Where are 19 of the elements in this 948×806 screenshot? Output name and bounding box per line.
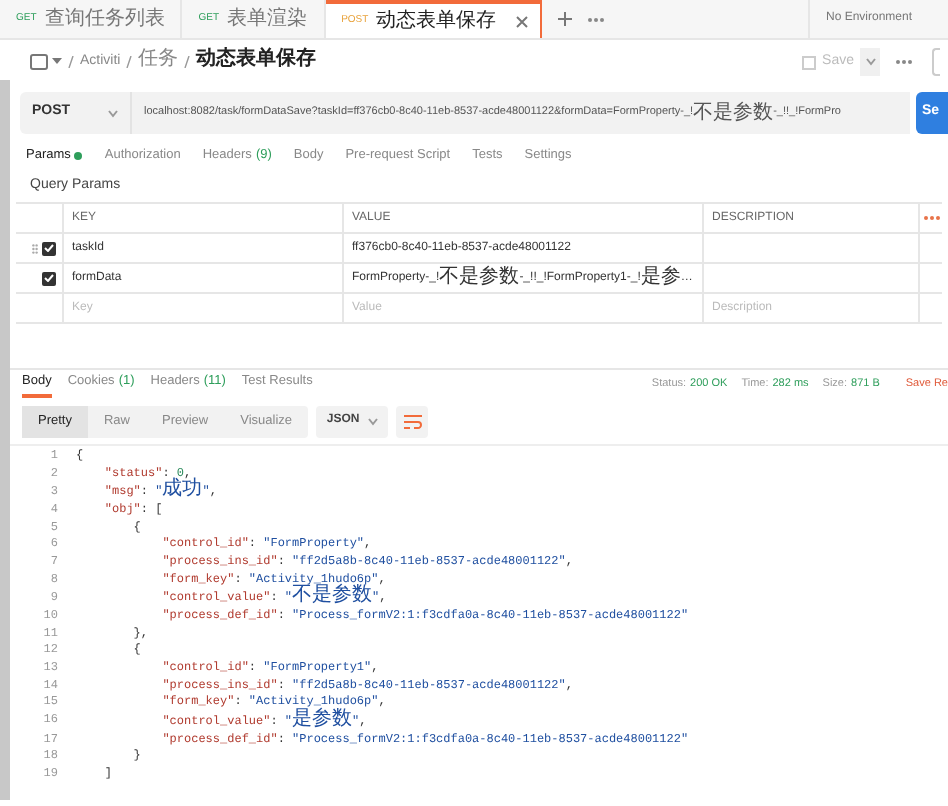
wrap-lines-button[interactable]	[396, 405, 429, 437]
caret-icon[interactable]	[52, 58, 62, 66]
breadcrumb-item[interactable]: 任务	[138, 50, 179, 74]
slash-icon	[68, 56, 74, 68]
close-icon[interactable]	[516, 15, 529, 27]
save-icon	[802, 55, 817, 69]
caret-icon	[108, 109, 118, 117]
slash-icon	[126, 56, 133, 68]
slash-icon	[184, 56, 191, 68]
wrap-icon	[403, 413, 422, 429]
save-options-button[interactable]	[860, 48, 880, 76]
plus-icon[interactable]	[558, 12, 573, 26]
drag-handle-icon[interactable]	[32, 243, 38, 253]
checkbox[interactable]	[42, 271, 56, 285]
breadcrumb-item[interactable]: 动态表单保存	[196, 50, 317, 74]
folder-icon	[30, 54, 48, 70]
checkbox[interactable]	[42, 241, 56, 255]
caret-icon	[865, 58, 875, 66]
caret-icon	[367, 417, 378, 425]
